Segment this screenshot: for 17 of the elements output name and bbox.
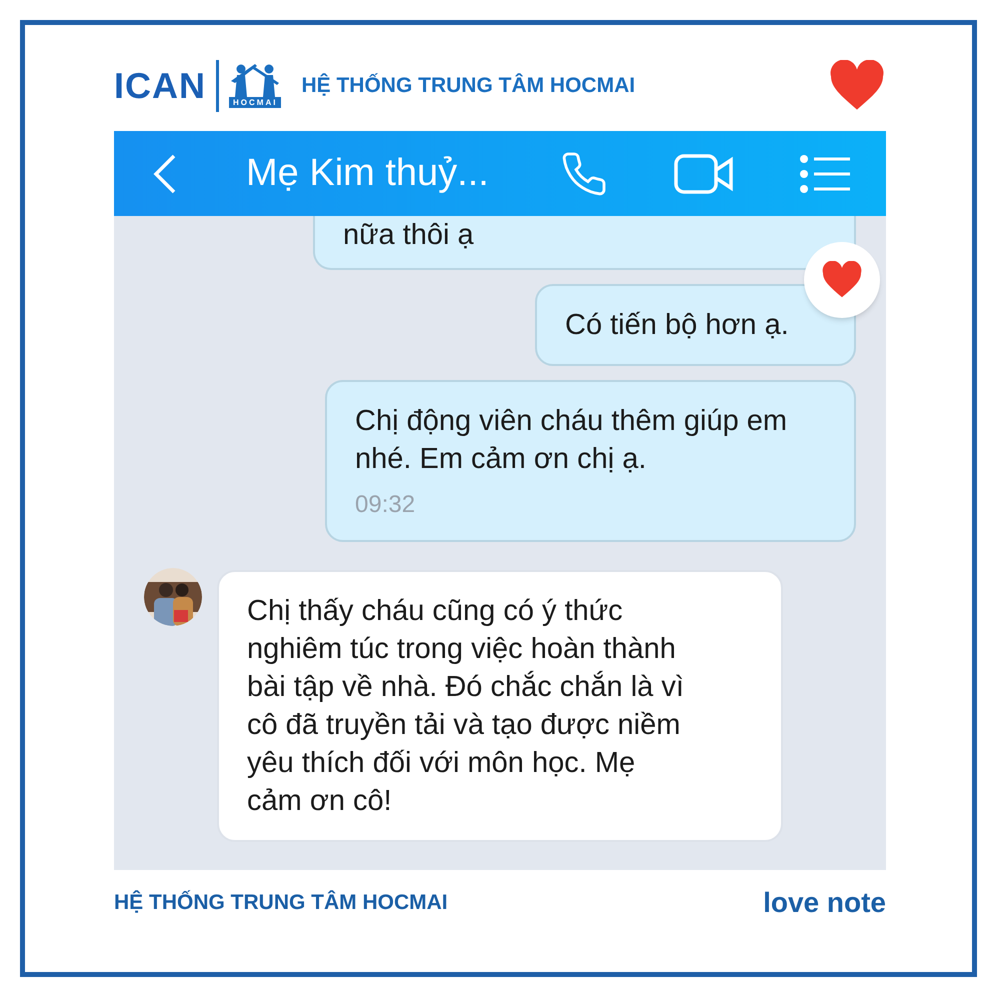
- brand-title: HỆ THỐNG TRUNG TÂM HOCMAI: [301, 72, 636, 99]
- message-text: nữa thôi ạ: [343, 218, 475, 253]
- people-icon: [229, 63, 282, 97]
- chat-title: Mẹ Kim thuỷ...: [246, 151, 489, 196]
- phone-icon[interactable]: [560, 150, 608, 198]
- message-text: Chị động viên cháu thêm giúp em nhé. Em cảm ơn chị ạ.: [355, 404, 788, 477]
- message-text: Có tiến bộ hơn ạ.: [565, 308, 790, 343]
- video-camera-icon[interactable]: [674, 152, 734, 196]
- logo-text: ICAN: [114, 64, 206, 108]
- message-text: Chị thấy cháu cũng có ý thức nghiêm túc trong việc hoàn thành bài tập về nhà. Đó chắc chắn là vì cô đã truyền tải và tạo được niềm yêu thích đối với môn học. Mẹ cảm ơn cô!: [247, 594, 685, 819]
- heart-icon: [828, 60, 886, 112]
- message-time: 09:32: [355, 490, 416, 520]
- heart-icon: [821, 261, 863, 299]
- menu-icon[interactable]: [800, 154, 850, 194]
- hocmai-logo: HOCMAI: [229, 63, 282, 108]
- footer-tagline: love note: [763, 886, 886, 920]
- footer-title: HỆ THỐNG TRUNG TÂM HOCMAI: [114, 889, 448, 916]
